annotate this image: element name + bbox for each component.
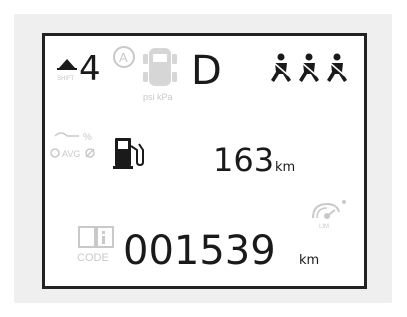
code-label: CODE <box>77 252 109 264</box>
lcd-display: SHIFT 4 A psi kPa D % AVG 163 km LIM COD… <box>42 33 367 289</box>
auto-mode-indicator: A <box>113 46 135 68</box>
range-unit: km <box>275 160 295 175</box>
range-value: 163 <box>213 141 274 179</box>
selector-position: D <box>191 48 222 90</box>
gear-number: 4 <box>79 49 101 89</box>
instrument-panel: SHIFT 4 A psi kPa D % AVG 163 km LIM COD… <box>0 0 407 317</box>
selector-position-text: D <box>191 48 222 90</box>
fuel-pump-icon <box>113 138 144 169</box>
gear-number-text: 4 <box>79 49 101 89</box>
seatbelt-indicators <box>271 53 347 82</box>
tire-pressure-units: psi kPa <box>143 92 173 102</box>
odometer-unit: km <box>299 253 319 268</box>
odometer-readout: 001539 km <box>123 228 319 272</box>
odometer-value: 001539 <box>123 228 276 272</box>
consumption-percent: % <box>83 132 92 143</box>
avg-label: AVG <box>62 149 80 159</box>
seatbelt-icon <box>271 53 291 82</box>
range-readout: 163 km <box>213 141 295 179</box>
consumption-avg-indicator: % AVG <box>50 132 95 159</box>
seatbelt-icon <box>299 53 319 82</box>
auto-mode-letter: A <box>119 50 128 65</box>
tire-pressure-car-icon: psi kPa <box>143 48 177 102</box>
code-indicator: CODE <box>77 226 114 264</box>
shift-label: SHIFT <box>57 76 75 82</box>
seatbelt-icon <box>327 53 347 82</box>
